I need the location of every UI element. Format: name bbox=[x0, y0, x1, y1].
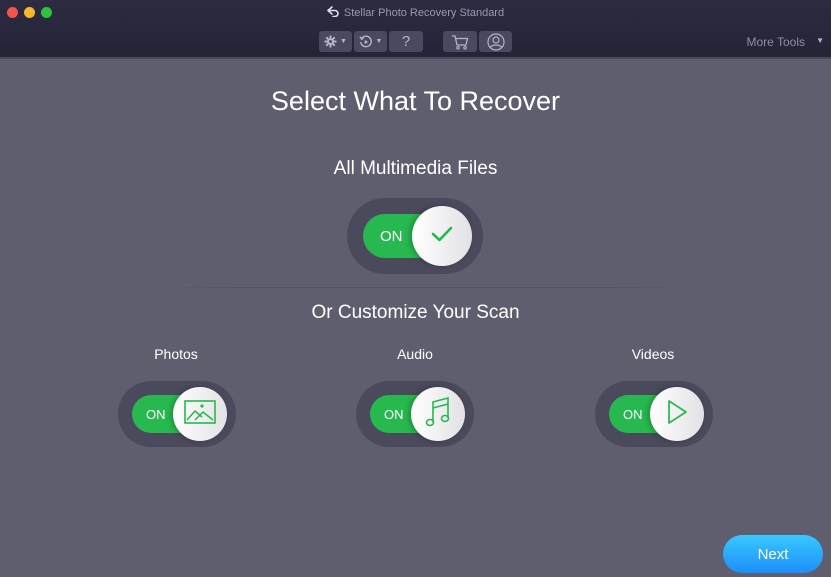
customize-heading: Or Customize Your Scan bbox=[311, 302, 520, 323]
page-title: Select What To Recover bbox=[270, 86, 561, 116]
chevron-down-icon[interactable]: ▼ bbox=[816, 36, 824, 45]
videos-label: Videos bbox=[631, 346, 675, 362]
all-multimedia-label: All Multimedia Files bbox=[333, 158, 498, 179]
toggle-knob[interactable] bbox=[650, 387, 704, 441]
window-title: Stellar Photo Recovery Standard bbox=[0, 5, 831, 19]
user-icon bbox=[486, 32, 505, 51]
toggle-state-label: ON bbox=[380, 228, 403, 245]
gear-icon bbox=[324, 35, 337, 48]
toggle-state-label: ON bbox=[623, 407, 643, 422]
history-icon bbox=[358, 35, 373, 49]
play-icon bbox=[666, 399, 688, 430]
toggle-knob[interactable] bbox=[412, 206, 472, 266]
section-divider bbox=[165, 287, 690, 288]
audio-toggle[interactable]: ON bbox=[356, 381, 474, 447]
settings-caret-icon: ▼ bbox=[340, 38, 347, 45]
cart-icon bbox=[451, 34, 469, 50]
more-tools-menu[interactable]: More Tools bbox=[747, 35, 805, 49]
settings-button[interactable]: ▼ bbox=[319, 31, 352, 52]
toggle-state-label: ON bbox=[384, 407, 404, 422]
audio-label: Audio bbox=[397, 346, 433, 362]
help-button[interactable]: ? bbox=[389, 31, 423, 52]
next-button[interactable]: Next bbox=[723, 535, 823, 573]
checkmark-icon bbox=[431, 226, 453, 247]
history-caret-icon: ▼ bbox=[375, 38, 383, 45]
videos-toggle[interactable]: ON bbox=[595, 381, 713, 447]
title-bar-border bbox=[0, 57, 831, 59]
account-button[interactable] bbox=[479, 31, 512, 52]
window-title-text: Stellar Photo Recovery Standard bbox=[343, 7, 505, 19]
toggle-knob[interactable] bbox=[173, 387, 227, 441]
toggle-knob[interactable] bbox=[411, 387, 465, 441]
photos-label: Photos bbox=[154, 346, 198, 362]
cart-button[interactable] bbox=[443, 31, 477, 52]
image-icon bbox=[184, 399, 216, 429]
recovery-history-button[interactable]: ▼ bbox=[354, 31, 387, 52]
toggle-state-label: ON bbox=[146, 407, 166, 422]
music-note-icon bbox=[424, 396, 452, 433]
all-multimedia-toggle[interactable]: ON bbox=[347, 198, 483, 274]
photos-toggle[interactable]: ON bbox=[118, 381, 236, 447]
help-icon: ? bbox=[401, 33, 411, 50]
back-arrow-icon[interactable] bbox=[327, 5, 340, 19]
